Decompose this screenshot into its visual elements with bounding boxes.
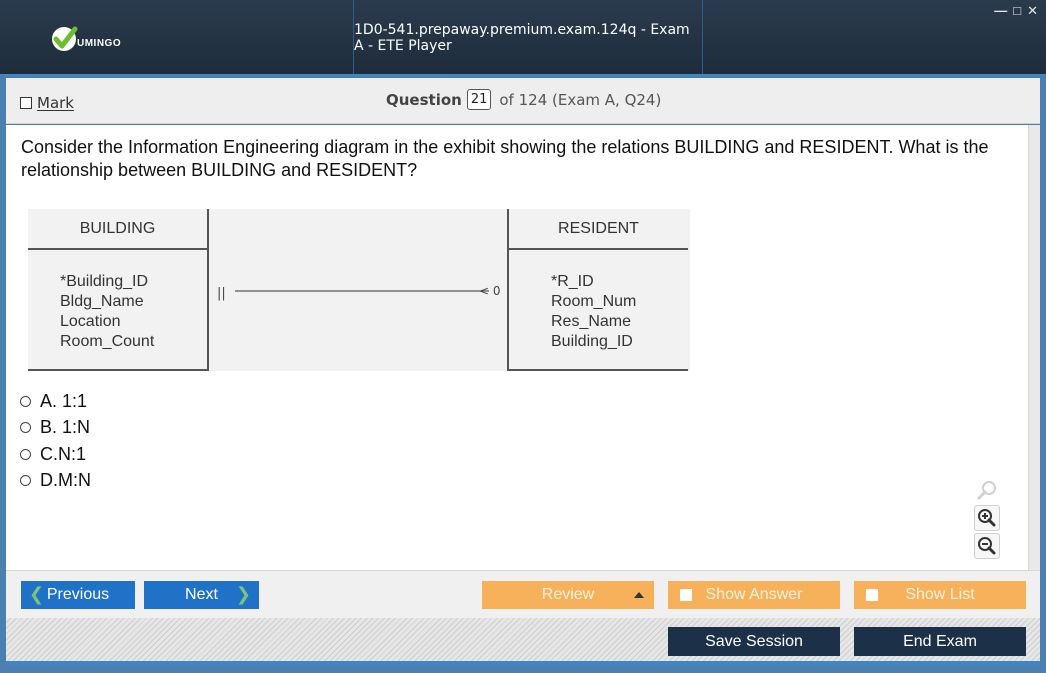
review-button[interactable]: Review [482,581,654,609]
option-letter: A. [40,390,58,411]
radio-button[interactable] [20,422,31,434]
option-text: 1:1 [62,390,88,411]
end-exam-button[interactable]: End Exam [854,627,1026,656]
window-title: 1D0-541.prepaway.premium.exam.124q - Exa… [354,22,690,54]
question-header: Mark Question 21 of 124 (Exam A, Q24) [6,78,1040,124]
radio-button[interactable] [20,475,31,487]
mark-checkbox[interactable]: Mark [20,94,74,112]
logo-text: UMINGO [77,37,122,49]
entity-resident: RESIDENT *R_ID Room_Num Res_Name Buildin… [507,209,688,371]
zoom-reset-icon[interactable] [974,477,1000,503]
previous-button[interactable]: ❮ Previous [21,581,135,609]
checkmark-logo-icon [52,26,78,51]
title-bar: UMINGO 1D0-541.prepaway.premium.exam.124… [0,0,1046,76]
question-content: Consider the Information Engineering dia… [6,125,1028,570]
answer-options: A. 1:1 B. 1:N C. N:1 D. M:N [20,388,91,494]
show-list-label: Show List [905,586,975,603]
show-answer-button[interactable]: Show Answer [668,581,840,609]
minimize-icon[interactable]: — [994,4,1007,18]
option-text: N:1 [58,443,87,464]
show-answer-label: Show Answer [705,586,803,603]
previous-label: Previous [46,586,110,603]
next-button[interactable]: Next ❯ [144,581,259,609]
window-controls: — □ ✕ [994,4,1038,18]
show-answer-checkbox[interactable] [680,589,692,601]
question-number-input[interactable]: 21 [466,89,492,110]
zoom-in-icon[interactable] [974,505,1000,531]
save-session-button[interactable]: Save Session [668,627,840,656]
navigation-bar: ❮ Previous Next ❯ Review Show Answer Sho… [6,570,1040,618]
next-label: Next [185,586,218,603]
mark-checkbox-box[interactable] [20,97,32,109]
question-text: Consider the Information Engineering dia… [21,137,989,180]
entity-name: RESIDENT [509,209,688,250]
relationship-line: || < 0 [217,284,501,301]
maximize-icon[interactable]: □ [1013,4,1021,18]
attribute: *R_ID [551,273,594,290]
scrollbar[interactable] [1028,125,1040,570]
option-text: 1:N [62,417,91,438]
entity-attributes: *R_ID Room_Num Res_Name Building_ID [509,250,688,352]
attribute: Room_Count [60,333,155,350]
mark-label[interactable]: Mark [37,94,74,112]
radio-button[interactable] [20,448,31,460]
attribute: Location [60,313,121,330]
one-cardinality-symbol: || [217,286,226,301]
entity-attributes: *Building_ID Bldg_Name Location Room_Cou… [28,250,207,352]
answer-option-b[interactable]: B. 1:N [20,415,91,442]
question-count: of 124 (Exam A, Q24) [499,90,662,109]
option-letter: D. [40,470,58,491]
review-label: Review [541,586,595,603]
er-diagram: BUILDING *Building_ID Bldg_Name Location… [28,209,690,371]
question-indicator: Question 21 of 124 (Exam A, Q24) [386,89,661,110]
answer-option-a[interactable]: A. 1:1 [20,388,91,415]
attribute: Building_ID [551,333,633,350]
answer-option-d[interactable]: D. M:N [20,468,91,495]
show-list-button[interactable]: Show List [854,581,1026,609]
close-icon[interactable]: ✕ [1027,4,1038,18]
footer-bar: Save Session End Exam [6,618,1040,665]
chevron-left-icon: ❮ [29,584,45,604]
option-letter: B. [40,417,58,438]
attribute: Room_Num [551,293,637,310]
question-label: Question [386,90,462,109]
zoom-out-icon[interactable] [974,533,1000,559]
attribute: *Building_ID [60,273,149,290]
radio-button[interactable] [20,395,31,407]
entity-name: BUILDING [28,209,207,250]
attribute: Bldg_Name [60,293,144,310]
many-cardinality-symbol: < 0 [479,284,501,298]
show-list-checkbox[interactable] [866,589,878,601]
app-logo: UMINGO [50,24,121,54]
entity-building: BUILDING *Building_ID Bldg_Name Location… [28,209,209,371]
answer-option-c[interactable]: C. N:1 [20,441,91,468]
title-separator [702,0,703,74]
caret-up-icon[interactable] [634,592,644,598]
attribute: Res_Name [551,313,632,330]
chevron-right-icon: ❯ [235,584,251,604]
option-text: M:N [58,470,91,491]
option-letter: C. [40,443,58,464]
zoom-tools [974,475,1000,559]
